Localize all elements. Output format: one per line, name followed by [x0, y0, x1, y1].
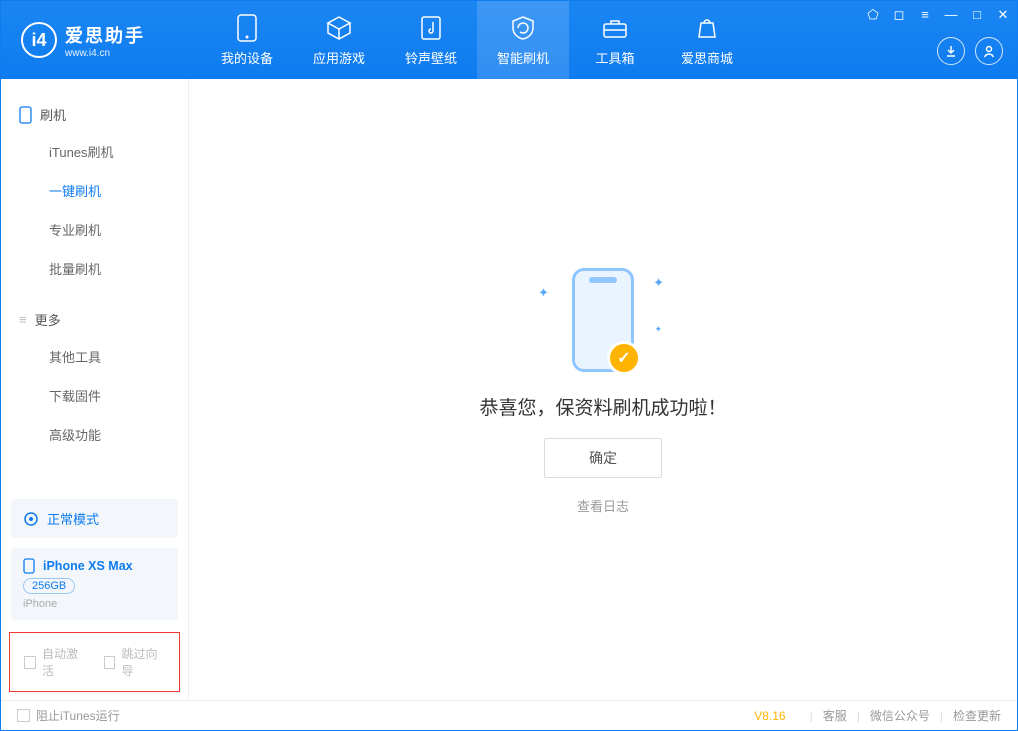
user-button[interactable]	[975, 37, 1003, 65]
sidebar-section-more: ≡ 更多	[1, 302, 188, 337]
download-button[interactable]	[937, 37, 965, 65]
block-itunes-checkbox[interactable]: 阻止iTunes运行	[17, 707, 120, 724]
mode-icon	[23, 511, 39, 527]
nav-tab-shop[interactable]: 爱思商城	[661, 1, 753, 79]
section-title: 更多	[35, 310, 61, 329]
auto-activate-checkbox[interactable]: 自动激活	[24, 645, 86, 679]
checkbox-label: 阻止iTunes运行	[36, 707, 120, 724]
footer-link-support[interactable]: 客服	[823, 707, 847, 724]
minimize-button[interactable]: —	[943, 7, 959, 23]
sidebar-section-flash: 刷机	[1, 97, 188, 132]
sidebar-device-area: 正常模式 iPhone XS Max 256GB iPhone	[11, 499, 178, 620]
app-body: 刷机 iTunes刷机 一键刷机 专业刷机 批量刷机 ≡ 更多 其他工具 下载固…	[1, 79, 1017, 700]
nav-label: 应用游戏	[313, 48, 365, 67]
nav-tab-flash[interactable]: 智能刷机	[477, 1, 569, 79]
list-icon: ≡	[19, 312, 27, 327]
separator: |	[810, 709, 813, 723]
separator: |	[940, 709, 943, 723]
nav-label: 我的设备	[221, 48, 273, 67]
phone-outline-icon	[19, 106, 32, 124]
logo-text: 爱思助手 www.i4.cn	[65, 22, 145, 59]
sparkle-icon: ✦	[653, 275, 664, 291]
app-name: 爱思助手	[65, 22, 145, 48]
refresh-shield-icon	[509, 14, 537, 42]
sidebar-item-download-firmware[interactable]: 下载固件	[1, 376, 188, 415]
checkbox-label: 跳过向导	[121, 645, 165, 679]
success-illustration: ✦ ✦ ✦ ✓	[548, 265, 658, 375]
footer-link-wechat[interactable]: 微信公众号	[870, 707, 930, 724]
nav-label: 铃声壁纸	[405, 48, 457, 67]
footer: 阻止iTunes运行 V8.16 | 客服 | 微信公众号 | 检查更新	[1, 700, 1017, 730]
sidebar-options-highlighted: 自动激活 跳过向导	[9, 632, 180, 692]
header-right-buttons	[937, 37, 1003, 65]
phone-notch	[589, 277, 617, 283]
checkbox-icon	[17, 709, 30, 722]
sidebar-item-pro-flash[interactable]: 专业刷机	[1, 210, 188, 249]
nav-tabs: 我的设备 应用游戏 铃声壁纸 智能刷机 工具箱 爱思商城	[201, 1, 753, 79]
device-name: iPhone XS Max	[43, 559, 133, 573]
logo-area: i4 爱思助手 www.i4.cn	[1, 22, 201, 59]
close-button[interactable]: ✕	[995, 7, 1011, 23]
nav-label: 爱思商城	[681, 48, 733, 67]
shop-icon	[693, 14, 721, 42]
device-small-icon	[23, 558, 35, 574]
checkbox-icon	[104, 656, 116, 669]
sidebar-item-other-tools[interactable]: 其他工具	[1, 337, 188, 376]
main-content: ✦ ✦ ✦ ✓ 恭喜您，保资料刷机成功啦！ 确定 查看日志	[189, 79, 1017, 700]
sidebar-item-batch-flash[interactable]: 批量刷机	[1, 249, 188, 288]
window-controls: ⬠ ◻ ≡ — □ ✕	[865, 7, 1011, 23]
footer-link-update[interactable]: 检查更新	[953, 707, 1001, 724]
sidebar-item-itunes-flash[interactable]: iTunes刷机	[1, 132, 188, 171]
version-label: V8.16	[754, 709, 785, 723]
sidebar: 刷机 iTunes刷机 一键刷机 专业刷机 批量刷机 ≡ 更多 其他工具 下载固…	[1, 79, 189, 700]
cube-icon	[325, 14, 353, 42]
skip-guide-checkbox[interactable]: 跳过向导	[104, 645, 166, 679]
nav-tab-toolbox[interactable]: 工具箱	[569, 1, 661, 79]
sidebar-item-advanced[interactable]: 高级功能	[1, 415, 188, 454]
maximize-button[interactable]: □	[969, 7, 985, 23]
app-header: i4 爱思助手 www.i4.cn 我的设备 应用游戏 铃声壁纸 智能刷机 工具…	[1, 1, 1017, 79]
feedback-icon[interactable]: ◻	[891, 7, 907, 23]
app-site: www.i4.cn	[65, 48, 145, 59]
device-storage: 256GB	[23, 578, 75, 594]
nav-tab-apps[interactable]: 应用游戏	[293, 1, 385, 79]
checkmark-badge-icon: ✓	[607, 341, 641, 375]
device-icon	[233, 14, 261, 42]
sparkle-icon: ✦	[538, 285, 549, 301]
toolbox-icon	[601, 14, 629, 42]
nav-tab-device[interactable]: 我的设备	[201, 1, 293, 79]
device-card[interactable]: iPhone XS Max 256GB iPhone	[11, 548, 178, 620]
ok-button[interactable]: 确定	[544, 438, 662, 478]
checkbox-icon	[24, 656, 36, 669]
shirt-icon[interactable]: ⬠	[865, 7, 881, 23]
nav-label: 工具箱	[595, 48, 634, 67]
separator: |	[857, 709, 860, 723]
nav-label: 智能刷机	[497, 48, 549, 67]
view-log-link[interactable]: 查看日志	[577, 496, 629, 515]
phone-frame-icon: ✓	[572, 268, 634, 372]
mode-label: 正常模式	[47, 509, 99, 528]
music-icon	[417, 14, 445, 42]
menu-icon[interactable]: ≡	[917, 7, 933, 23]
footer-right: V8.16 | 客服 | 微信公众号 | 检查更新	[754, 707, 1001, 724]
device-type: iPhone	[23, 598, 166, 610]
app-logo-icon: i4	[21, 22, 57, 58]
sparkle-icon: ✦	[654, 324, 662, 335]
checkbox-label: 自动激活	[42, 645, 86, 679]
sidebar-item-oneclick-flash[interactable]: 一键刷机	[1, 171, 188, 210]
device-mode-card[interactable]: 正常模式	[11, 499, 178, 538]
section-title: 刷机	[40, 105, 66, 124]
success-message: 恭喜您，保资料刷机成功啦！	[479, 393, 726, 420]
nav-tab-ringtone[interactable]: 铃声壁纸	[385, 1, 477, 79]
